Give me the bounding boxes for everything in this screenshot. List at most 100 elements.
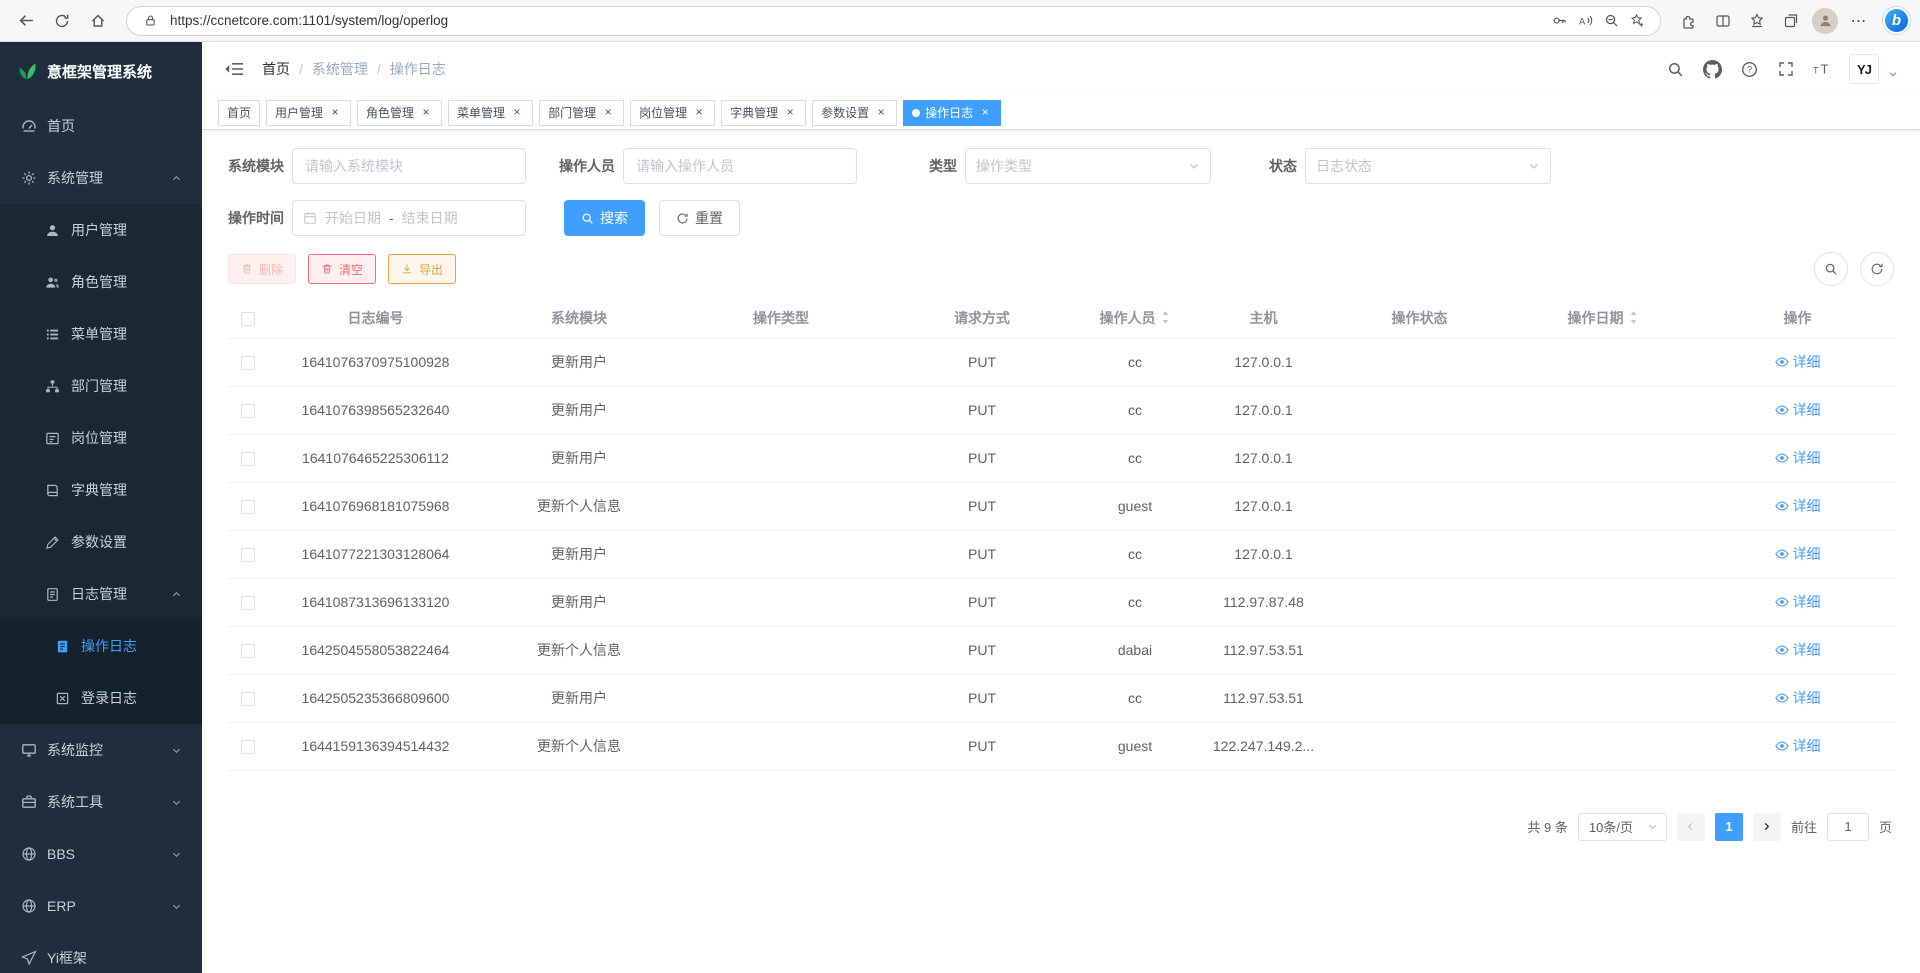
sidebar-item-dict-mgmt[interactable]: 字典管理 xyxy=(0,464,202,516)
row-checkbox[interactable] xyxy=(241,692,255,706)
tab-close-icon[interactable]: × xyxy=(783,106,797,120)
sidebar-item-yi-framework[interactable]: Yi框架 xyxy=(0,932,202,973)
tab-5[interactable]: 岗位管理 × xyxy=(630,100,715,126)
sidebar-item-user-mgmt[interactable]: 用户管理 xyxy=(0,204,202,256)
row-checkbox[interactable] xyxy=(241,452,255,466)
user-dropdown-caret-icon[interactable] xyxy=(1888,69,1898,79)
search-button[interactable]: 搜索 xyxy=(564,200,645,236)
split-screen-icon[interactable] xyxy=(1707,5,1739,37)
tab-1[interactable]: 用户管理 × xyxy=(266,100,351,126)
extensions-icon[interactable] xyxy=(1673,5,1705,37)
github-icon[interactable] xyxy=(1701,58,1723,80)
type-select[interactable]: 操作类型 xyxy=(965,148,1211,184)
tab-close-icon[interactable]: × xyxy=(601,106,615,120)
sidebar-item-bbs[interactable]: BBS xyxy=(0,828,202,880)
sidebar-item-dept-mgmt[interactable]: 部门管理 xyxy=(0,360,202,412)
tab-7[interactable]: 参数设置 × xyxy=(812,100,897,126)
tab-close-icon[interactable]: × xyxy=(510,106,524,120)
address-bar[interactable]: https://ccnetcore.com:1101/system/log/op… xyxy=(126,6,1661,36)
row-checkbox[interactable] xyxy=(241,740,255,754)
collections-icon[interactable] xyxy=(1775,5,1807,37)
tab-close-icon[interactable]: × xyxy=(419,106,433,120)
tab-4[interactable]: 部门管理 × xyxy=(539,100,624,126)
breadcrumb-home[interactable]: 首页 xyxy=(262,59,290,79)
clear-button[interactable]: 清空 xyxy=(308,254,376,284)
tab-0[interactable]: 首页 xyxy=(218,100,260,126)
tab-close-icon[interactable]: × xyxy=(874,106,888,120)
sidebar-item-role-mgmt[interactable]: 角色管理 xyxy=(0,256,202,308)
key-icon[interactable] xyxy=(1546,8,1572,34)
detail-link[interactable]: 详细 xyxy=(1775,640,1821,660)
detail-link[interactable]: 详细 xyxy=(1775,592,1821,612)
delete-button[interactable]: 删除 xyxy=(228,254,296,284)
back-button[interactable] xyxy=(10,5,42,37)
column-operator[interactable]: 操作人员 xyxy=(1077,298,1193,338)
detail-link[interactable]: 详细 xyxy=(1775,544,1821,564)
column-date[interactable]: 操作日期 xyxy=(1505,298,1701,338)
breadcrumb-system-mgmt[interactable]: 系统管理 xyxy=(312,59,368,79)
row-checkbox[interactable] xyxy=(241,644,255,658)
detail-link[interactable]: 详细 xyxy=(1775,736,1821,756)
tab-3[interactable]: 菜单管理 × xyxy=(448,100,533,126)
sidebar-item-login-log[interactable]: 登录日志 xyxy=(0,672,202,724)
sidebar-item-system-mgmt[interactable]: 系统管理 xyxy=(0,152,202,204)
goto-page-input[interactable] xyxy=(1827,813,1869,841)
tab-8[interactable]: 操作日志 × xyxy=(903,100,1001,126)
row-checkbox[interactable] xyxy=(241,404,255,418)
sidebar-item-log-mgmt[interactable]: 日志管理 xyxy=(0,568,202,620)
more-menu-icon[interactable]: ⋯ xyxy=(1843,5,1875,37)
row-checkbox[interactable] xyxy=(241,500,255,514)
export-button[interactable]: 导出 xyxy=(388,254,456,284)
reset-button[interactable]: 重置 xyxy=(659,200,740,236)
sidebar-item-param-settings[interactable]: 参数设置 xyxy=(0,516,202,568)
table-search-toggle-button[interactable] xyxy=(1814,252,1848,286)
sidebar-item-post-mgmt[interactable]: 岗位管理 xyxy=(0,412,202,464)
user-avatar[interactable]: YJ xyxy=(1849,54,1879,84)
date-range-picker[interactable]: 开始日期 - 结束日期 xyxy=(292,200,526,236)
tab-2[interactable]: 角色管理 × xyxy=(357,100,442,126)
row-checkbox[interactable] xyxy=(241,596,255,610)
detail-link[interactable]: 详细 xyxy=(1775,448,1821,468)
fullscreen-icon[interactable] xyxy=(1775,58,1797,80)
prev-page-button[interactable] xyxy=(1677,813,1705,841)
detail-link[interactable]: 详细 xyxy=(1775,688,1821,708)
font-size-icon[interactable]: TT xyxy=(1812,58,1834,80)
page-number-1[interactable]: 1 xyxy=(1715,813,1743,841)
bing-icon[interactable]: b xyxy=(1883,7,1910,34)
row-checkbox[interactable] xyxy=(241,356,255,370)
read-aloud-icon[interactable]: A xyxy=(1572,8,1598,34)
page-size-select[interactable]: 10条/页 xyxy=(1578,813,1667,841)
table-refresh-button[interactable] xyxy=(1860,252,1894,286)
detail-link[interactable]: 详细 xyxy=(1775,400,1821,420)
cell-module: 更新用户 xyxy=(483,530,675,578)
zoom-out-icon[interactable] xyxy=(1598,8,1624,34)
sort-icon[interactable] xyxy=(1160,309,1171,326)
sidebar-item-home[interactable]: 首页 xyxy=(0,100,202,152)
favorites-bar-icon[interactable] xyxy=(1741,5,1773,37)
refresh-button[interactable] xyxy=(46,5,78,37)
help-icon[interactable]: ? xyxy=(1738,58,1760,80)
browser-home-button[interactable] xyxy=(82,5,114,37)
tab-close-icon[interactable]: × xyxy=(978,106,992,120)
detail-link[interactable]: 详细 xyxy=(1775,496,1821,516)
detail-link[interactable]: 详细 xyxy=(1775,352,1821,372)
sidebar-item-erp[interactable]: ERP xyxy=(0,880,202,932)
sidebar-item-sys-monitor[interactable]: 系统监控 xyxy=(0,724,202,776)
tab-6[interactable]: 字典管理 × xyxy=(721,100,806,126)
sidebar-item-sys-tools[interactable]: 系统工具 xyxy=(0,776,202,828)
next-page-button[interactable] xyxy=(1753,813,1781,841)
sidebar-collapse-icon[interactable] xyxy=(224,61,244,77)
sidebar-item-menu-mgmt[interactable]: 菜单管理 xyxy=(0,308,202,360)
sidebar-item-oper-log[interactable]: 操作日志 xyxy=(0,620,202,672)
tab-close-icon[interactable]: × xyxy=(692,106,706,120)
tab-close-icon[interactable]: × xyxy=(328,106,342,120)
row-checkbox[interactable] xyxy=(241,548,255,562)
select-all-checkbox[interactable] xyxy=(241,312,255,326)
module-input[interactable] xyxy=(292,148,526,184)
operator-input[interactable] xyxy=(623,148,857,184)
favorite-star-icon[interactable] xyxy=(1624,8,1650,34)
sort-icon[interactable] xyxy=(1628,309,1639,326)
browser-profile-avatar[interactable] xyxy=(1809,5,1841,37)
status-select[interactable]: 日志状态 xyxy=(1305,148,1551,184)
header-search-icon[interactable] xyxy=(1664,58,1686,80)
